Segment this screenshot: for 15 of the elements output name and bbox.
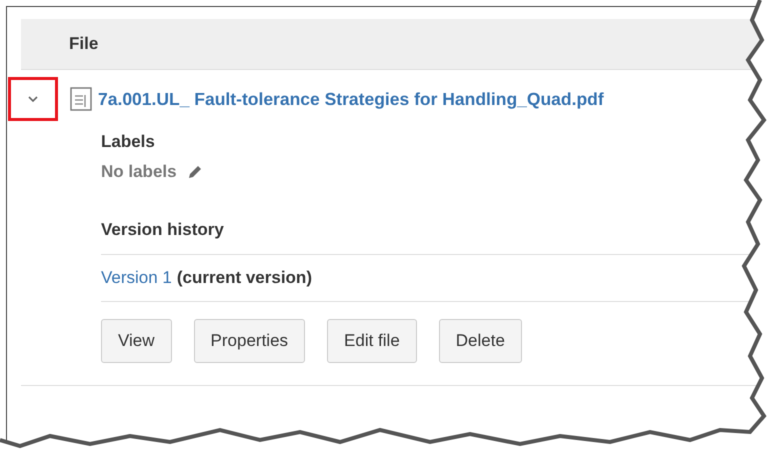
version-history-heading: Version history — [101, 220, 751, 255]
chevron-icon — [28, 96, 38, 102]
column-header: File — [69, 34, 98, 54]
labels-value: No labels — [101, 162, 177, 182]
version-link[interactable]: Version 1 — [101, 268, 172, 287]
document-icon — [70, 87, 92, 111]
expand-toggle[interactable] — [8, 77, 58, 121]
action-button[interactable]: Edit file — [327, 319, 417, 363]
action-button[interactable]: Delete — [438, 319, 522, 363]
version-note: (current version) — [176, 268, 312, 287]
action-button[interactable]: Properties — [194, 319, 306, 363]
action-button[interactable]: View — [101, 319, 172, 363]
file-link[interactable]: 7a.001.UL_ Fault-tolerance Strategies for Handling_Quad.pdf — [98, 88, 604, 110]
pencil-icon[interactable] — [186, 164, 203, 180]
labels-heading: Labels — [101, 132, 156, 152]
